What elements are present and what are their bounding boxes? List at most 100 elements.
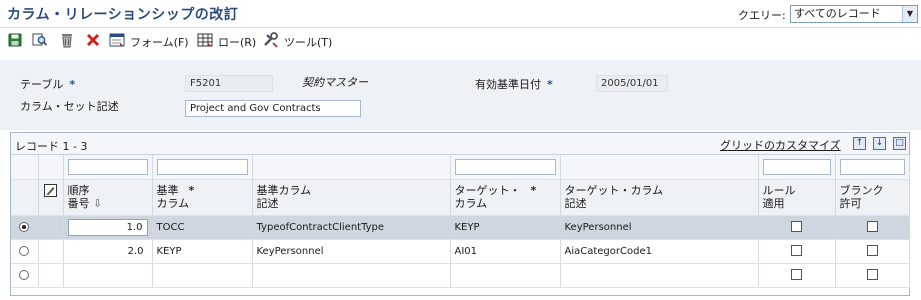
effective-date-label: 有効基準日付 * <box>475 76 553 92</box>
blank-checkbox[interactable] <box>866 221 878 233</box>
header-line: ブランク <box>839 183 884 197</box>
header-line: 記述 <box>256 196 279 210</box>
title-bar: カラム・リレーションシップの改訂 クエリー: すべてのレコード ▼ <box>0 0 921 28</box>
header-line: 番号 <box>67 196 90 210</box>
find-icon[interactable] <box>32 32 48 48</box>
table-row[interactable] <box>11 263 910 288</box>
qbe-input-rule[interactable] <box>762 158 831 175</box>
qbe-input-blank[interactable] <box>839 158 905 175</box>
base-col-cell[interactable] <box>152 263 253 288</box>
header-select-cell <box>11 179 39 216</box>
rule-cell <box>758 263 836 288</box>
header-line: カラム <box>454 196 488 210</box>
table-label-text: テーブル <box>20 78 64 91</box>
header-line: 適用 <box>762 196 785 210</box>
header-line: カラム <box>156 196 190 210</box>
form-icon[interactable] <box>109 32 125 48</box>
blank-checkbox[interactable] <box>866 269 878 281</box>
seq-input[interactable]: 1.0 <box>67 218 148 236</box>
tools-menu[interactable]: ツール(T) <box>284 34 332 50</box>
rule-checkbox[interactable] <box>791 221 802 233</box>
column-set-label: カラム・セット記述 <box>20 100 119 113</box>
chevron-down-icon[interactable]: ▼ <box>902 6 917 22</box>
toolbar: フォーム(F) ロー(R) ツール(T) <box>0 28 921 52</box>
record-count: レコード 1 - 3 <box>15 140 88 153</box>
customize-grid-link[interactable]: グリッドのカスタマイズ <box>720 137 841 153</box>
query-label: クエリー: <box>738 9 786 22</box>
column-header-blank[interactable]: ブランク 許可 <box>835 179 910 216</box>
qbe-input-target-col[interactable] <box>454 158 556 175</box>
qbe-cell <box>11 155 39 180</box>
target-desc-cell <box>560 263 759 288</box>
grid-header-bar: レコード 1 - 3 グリッドのカスタマイズ ↑ ↓ □ <box>11 133 909 155</box>
trash-icon[interactable] <box>59 32 75 48</box>
required-marker: * <box>547 78 553 91</box>
rule-cell <box>758 239 836 264</box>
header-line: ターゲット・カラム <box>564 183 664 197</box>
rule-checkbox[interactable] <box>791 269 802 281</box>
base-desc-cell <box>252 263 451 288</box>
blank-cell <box>835 215 910 240</box>
column-header-rule[interactable]: ルール 適用 <box>758 179 836 216</box>
column-header-target-desc[interactable]: ターゲット・カラム 記述 <box>560 179 759 216</box>
qbe-input-seq[interactable] <box>67 158 148 175</box>
column-header-base-desc[interactable]: 基準カラム 記述 <box>252 179 451 216</box>
qbe-cell-blank <box>835 155 910 180</box>
rule-checkbox[interactable] <box>791 245 802 257</box>
table-label: テーブル * <box>20 76 75 92</box>
data-grid: 順序 番号 ⇩ 基準 * カラム 基準カラム 記述 ターゲット・ * カラム ターゲ… <box>11 155 910 288</box>
save-icon[interactable] <box>7 32 23 48</box>
target-col-cell[interactable]: KEYP <box>450 215 561 240</box>
tools-icon[interactable] <box>263 32 279 48</box>
table-row[interactable]: 2.0 KEYP KeyPersonnel AI01 AiaCategorCod… <box>11 239 910 264</box>
table-row[interactable]: 1.0 TOCC TypeofContractClientType KEYP K… <box>11 215 910 240</box>
row-select-radio[interactable] <box>19 245 30 256</box>
qbe-cell-base-col <box>152 155 253 180</box>
sort-desc-icon[interactable]: ⇩ <box>93 197 102 210</box>
header-line: 順序 <box>67 183 90 197</box>
row-select-cell <box>11 239 39 264</box>
seq-cell: 2.0 <box>63 239 153 264</box>
row-icon[interactable] <box>197 32 213 48</box>
qbe-cell <box>38 155 64 180</box>
base-desc-cell: KeyPersonnel <box>252 239 451 264</box>
header-line: 記述 <box>564 196 587 210</box>
header-line: 基準カラム <box>256 183 312 197</box>
qbe-input-base-col[interactable] <box>156 158 248 175</box>
maximize-icon[interactable]: □ <box>893 137 906 150</box>
target-desc-cell: AiaCategorCode1 <box>560 239 759 264</box>
column-set-field[interactable]: Project and Gov Contracts <box>185 100 361 117</box>
qbe-row <box>11 155 910 180</box>
seq-cell[interactable] <box>63 263 153 288</box>
grid-panel: レコード 1 - 3 グリッドのカスタマイズ ↑ ↓ □ 順序 番号 ⇩ 基準 … <box>10 132 910 296</box>
base-col-cell[interactable]: TOCC <box>152 215 253 240</box>
target-col-cell[interactable] <box>450 263 561 288</box>
seq-value[interactable]: 2.0 <box>68 246 148 257</box>
effective-date-field: 2005/01/01 <box>596 75 668 92</box>
attachment-icon[interactable] <box>44 183 57 200</box>
qbe-cell <box>560 155 759 180</box>
target-col-cell[interactable]: AI01 <box>450 239 561 264</box>
row-select-radio[interactable] <box>19 221 30 232</box>
export-icon[interactable]: ↑ <box>853 137 866 150</box>
row-menu[interactable]: ロー(R) <box>218 34 256 50</box>
blank-cell <box>835 263 910 288</box>
column-header-base-col[interactable]: 基準 * カラム <box>152 179 253 216</box>
query-select[interactable]: すべてのレコード ▼ <box>790 5 918 23</box>
form-menu[interactable]: フォーム(F) <box>130 34 189 50</box>
header-line: 基準 <box>156 183 179 197</box>
attach-cell <box>38 263 64 288</box>
effective-date-label-text: 有効基準日付 <box>475 78 541 91</box>
column-header-seq[interactable]: 順序 番号 ⇩ <box>63 179 153 216</box>
column-header-target-col[interactable]: ターゲット・ * カラム <box>450 179 561 216</box>
qbe-cell-seq <box>63 155 153 180</box>
base-col-cell[interactable]: KEYP <box>152 239 253 264</box>
rule-cell <box>758 215 836 240</box>
close-icon[interactable] <box>85 32 101 48</box>
blank-checkbox[interactable] <box>866 245 878 257</box>
import-icon[interactable]: ↓ <box>873 137 886 150</box>
blank-cell <box>835 239 910 264</box>
row-select-radio[interactable] <box>19 269 30 280</box>
qbe-cell-rule <box>758 155 836 180</box>
column-header-row: 順序 番号 ⇩ 基準 * カラム 基準カラム 記述 ターゲット・ * カラム ターゲ… <box>11 179 910 216</box>
